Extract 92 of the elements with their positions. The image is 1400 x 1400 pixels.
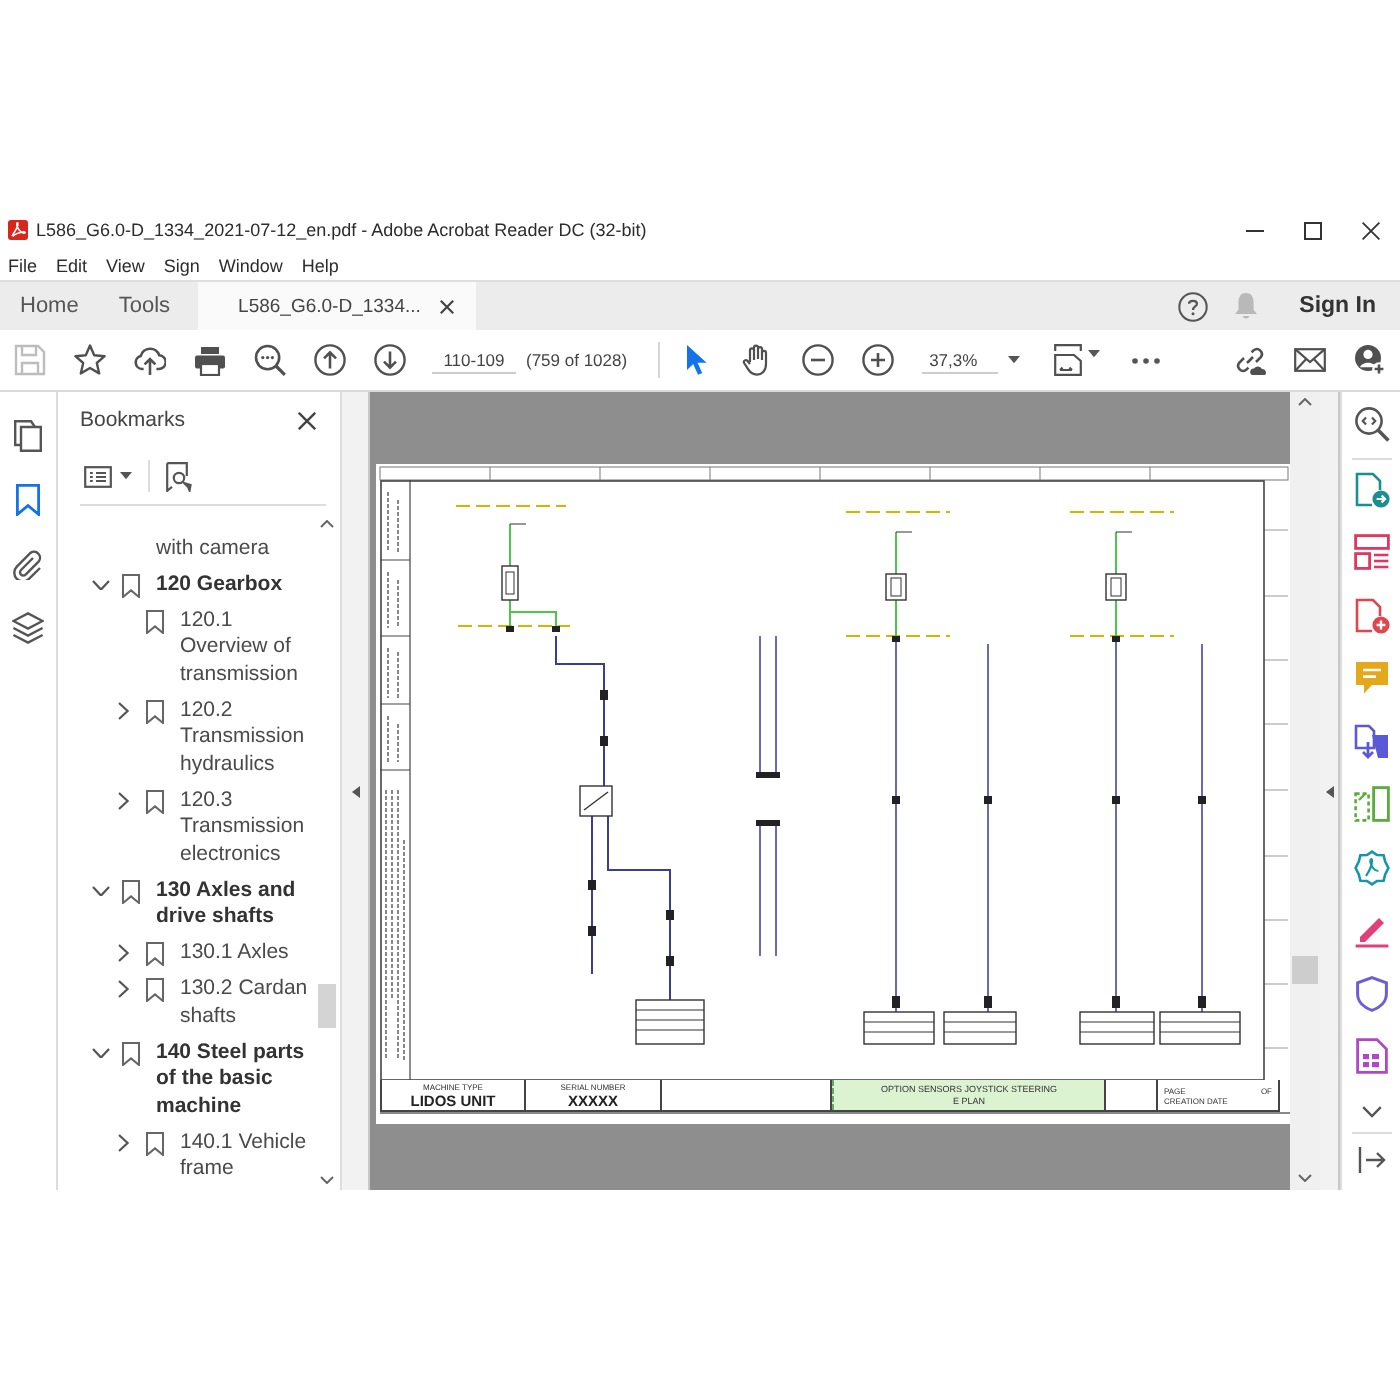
search-icon[interactable] bbox=[254, 344, 286, 376]
arrow-down-icon[interactable] bbox=[374, 344, 406, 376]
scroll-down-icon[interactable] bbox=[319, 1176, 333, 1184]
close-icon[interactable] bbox=[440, 299, 455, 313]
menu-item[interactable]: View bbox=[106, 255, 145, 275]
bookmark-icon[interactable] bbox=[12, 484, 44, 516]
caret-down-icon[interactable] bbox=[1087, 350, 1100, 358]
chevron-down-icon[interactable] bbox=[91, 885, 109, 896]
bookmark-item[interactable]: 130.1 Axles bbox=[180, 940, 316, 967]
collapse-panel-icon[interactable] bbox=[1357, 1145, 1385, 1173]
layout-icon[interactable] bbox=[1353, 534, 1389, 570]
scroll-down-icon[interactable] bbox=[1298, 1174, 1312, 1182]
print-icon[interactable] bbox=[194, 345, 226, 375]
panel-title: Bookmarks bbox=[80, 408, 188, 432]
window-title: L586_G6.0-D_1334_2021-07-12_en.pdf - Adobe Acrobat Reader DC (32-bit) bbox=[36, 220, 647, 240]
bookmark-icon bbox=[146, 609, 164, 633]
bookmark-item[interactable]: 120.1 Overview of transmission bbox=[180, 607, 316, 688]
cursor-icon[interactable] bbox=[686, 344, 709, 376]
tab[interactable]: L586_G6.0-D_1334... bbox=[198, 282, 477, 330]
chevron-down-icon[interactable] bbox=[91, 579, 109, 590]
pen-icon[interactable] bbox=[1353, 912, 1389, 948]
menu-item[interactable]: File bbox=[8, 255, 38, 275]
caret-down-icon[interactable] bbox=[1007, 356, 1020, 364]
page-count: (759 of 1028) bbox=[526, 350, 628, 370]
bookmark-icon bbox=[146, 789, 164, 813]
menu-item[interactable]: Help bbox=[301, 255, 339, 275]
scrollbar-thumb[interactable] bbox=[317, 984, 335, 1028]
chevron-down-icon[interactable] bbox=[91, 1047, 109, 1058]
zoom-in-icon[interactable] bbox=[861, 344, 894, 376]
document-export-icon[interactable] bbox=[1353, 471, 1389, 507]
document-icon[interactable] bbox=[1355, 1038, 1387, 1074]
help-icon[interactable] bbox=[1177, 291, 1208, 321]
zoom-field[interactable]: 37,3% bbox=[921, 347, 998, 373]
caret-left-icon[interactable] bbox=[1325, 785, 1333, 797]
add-user-icon[interactable] bbox=[1354, 344, 1386, 376]
close-icon[interactable] bbox=[298, 411, 316, 429]
fit-page-icon[interactable] bbox=[1053, 344, 1082, 376]
chevron-right-icon[interactable] bbox=[118, 701, 130, 720]
bookmark-item[interactable]: 140 Steel parts of the basic machine bbox=[156, 1039, 316, 1120]
magnifier-icon[interactable] bbox=[1353, 406, 1389, 442]
bookmark-search-icon[interactable] bbox=[166, 461, 192, 491]
mail-icon[interactable] bbox=[1294, 348, 1326, 372]
zoom-out-icon[interactable] bbox=[801, 344, 834, 376]
bookmark-icon bbox=[146, 1131, 164, 1155]
bookmark-item[interactable]: 140.1 Vehicle frame bbox=[180, 1129, 316, 1183]
bookmark-item[interactable]: with camera bbox=[156, 535, 316, 562]
maximize-icon[interactable] bbox=[1304, 221, 1322, 239]
shield-icon[interactable] bbox=[1355, 975, 1387, 1011]
chevron-right-icon[interactable] bbox=[118, 1133, 130, 1152]
bookmark-item[interactable]: 130 Axles and drive shafts bbox=[156, 877, 316, 931]
caret-left-icon[interactable] bbox=[351, 785, 359, 797]
pdf-icon bbox=[8, 220, 28, 240]
bookmark-icon bbox=[146, 699, 164, 723]
menu-item[interactable]: Sign bbox=[163, 255, 200, 275]
chevron-right-icon[interactable] bbox=[118, 791, 130, 810]
link-icon[interactable] bbox=[1234, 344, 1266, 376]
minimize-icon[interactable] bbox=[1246, 229, 1264, 231]
page-field[interactable]: 110-109 bbox=[432, 347, 516, 373]
document-badge-icon[interactable] bbox=[1353, 849, 1389, 885]
bookmark-icon bbox=[122, 879, 140, 903]
paperclip-icon[interactable] bbox=[12, 548, 44, 580]
sign-in-button[interactable]: Sign In bbox=[1291, 282, 1400, 330]
documents-icon[interactable] bbox=[1353, 723, 1389, 759]
scrollbar-thumb[interactable] bbox=[1292, 956, 1318, 984]
menu-item[interactable]: Window bbox=[218, 255, 283, 275]
layers-icon[interactable] bbox=[12, 612, 44, 644]
bookmark-item[interactable]: 120.2 Transmission hydraulics bbox=[180, 697, 316, 778]
tab[interactable]: Tools bbox=[98, 282, 191, 330]
scroll-up-icon[interactable] bbox=[319, 520, 333, 528]
pages-icon[interactable] bbox=[12, 420, 44, 452]
chevron-right-icon[interactable] bbox=[118, 980, 130, 999]
bookmark-icon bbox=[122, 573, 140, 597]
bookmark-item[interactable]: 120.3 Transmission electronics bbox=[180, 787, 316, 868]
more-icon[interactable] bbox=[1131, 357, 1160, 363]
star-icon[interactable] bbox=[74, 344, 106, 376]
tab[interactable]: Home bbox=[0, 282, 99, 330]
close-icon[interactable] bbox=[1362, 221, 1380, 239]
chevron-down-icon[interactable] bbox=[1361, 1105, 1381, 1117]
cloud-upload-icon[interactable] bbox=[134, 345, 166, 375]
document-plus-icon[interactable] bbox=[1353, 597, 1389, 633]
scroll-up-icon[interactable] bbox=[1298, 398, 1312, 406]
bookmark-item[interactable]: 130.2 Cardan shafts bbox=[180, 976, 316, 1030]
hand-icon[interactable] bbox=[742, 344, 773, 376]
bookmark-icon bbox=[146, 942, 164, 966]
menu-item[interactable]: Edit bbox=[56, 255, 88, 275]
chevron-right-icon[interactable] bbox=[118, 944, 130, 963]
bookmark-icon bbox=[122, 1041, 140, 1065]
list-options-icon[interactable] bbox=[84, 465, 112, 487]
bookmark-icon bbox=[146, 978, 164, 1002]
caret-down-icon[interactable] bbox=[120, 472, 132, 480]
arrow-up-icon[interactable] bbox=[314, 344, 346, 376]
bookmark-item[interactable]: 120 Gearbox bbox=[156, 571, 316, 598]
